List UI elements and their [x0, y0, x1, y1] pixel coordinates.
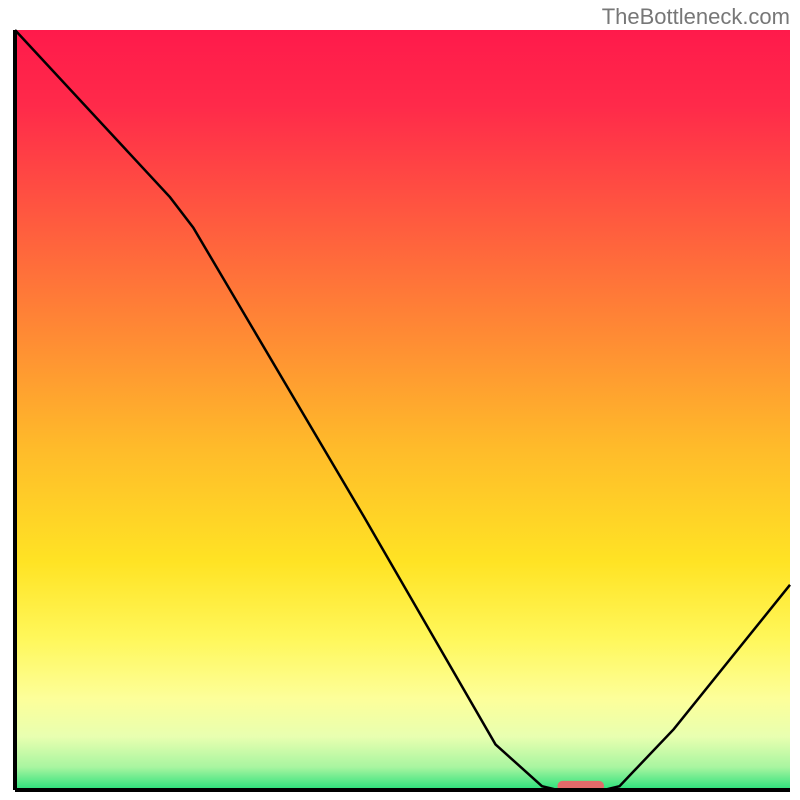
plot-background	[15, 30, 790, 790]
watermark-text: TheBottleneck.com	[602, 4, 790, 30]
chart-svg	[0, 0, 800, 800]
chart-container: { "watermark": "TheBottleneck.com", "cha…	[0, 0, 800, 800]
